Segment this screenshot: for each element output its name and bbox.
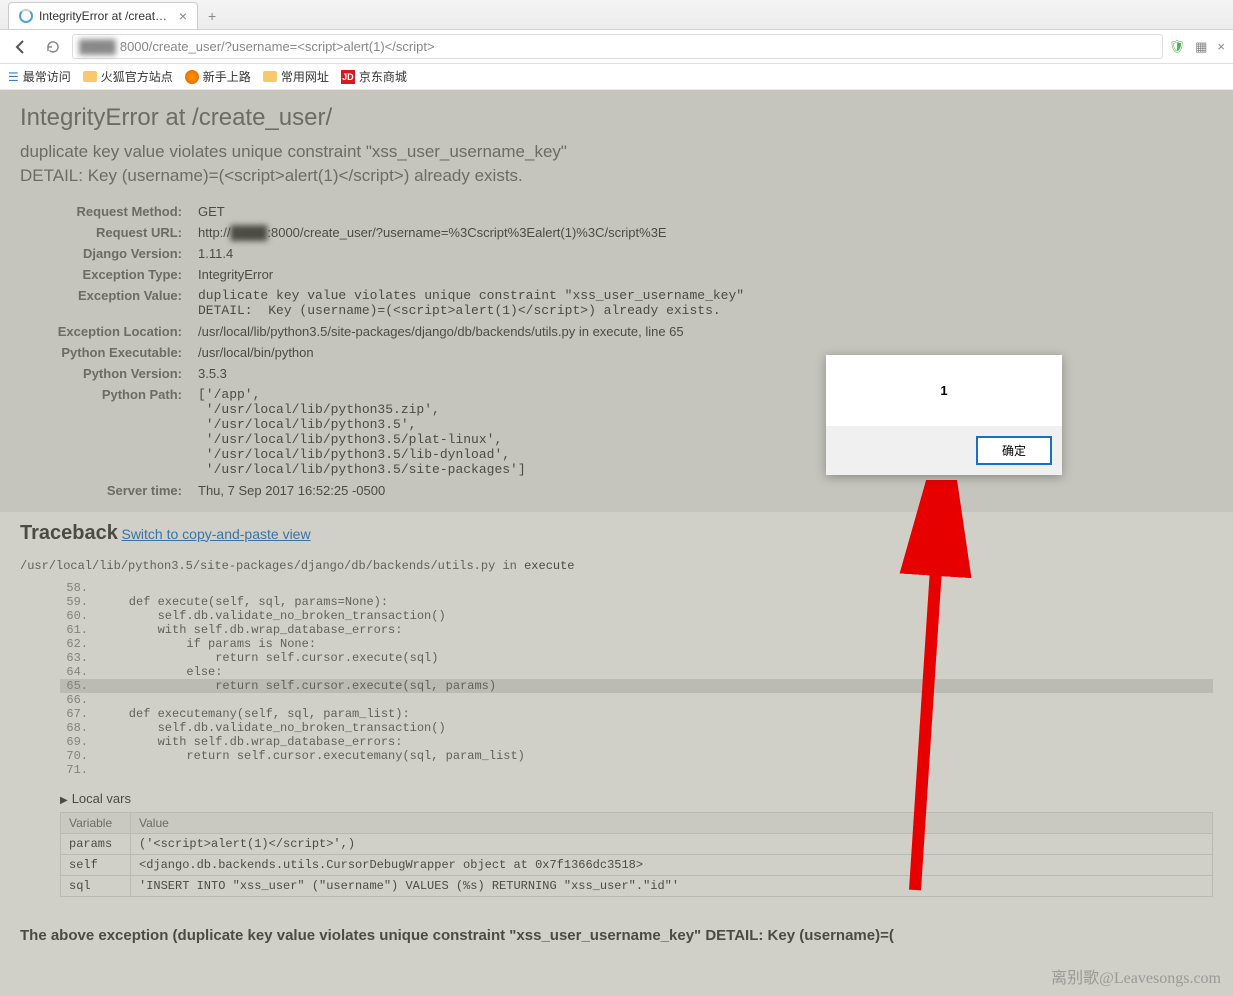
watermark: 离别歌@Leavesongs.com	[1051, 964, 1221, 988]
bookmark-jd[interactable]: JD京东商城	[341, 68, 407, 85]
error-summary: duplicate key value violates unique cons…	[20, 140, 1213, 188]
bookmark-firefox-site[interactable]: 火狐官方站点	[83, 68, 173, 85]
reload-button[interactable]	[40, 34, 66, 60]
code-line: 62. if params is None:	[60, 637, 1213, 651]
jd-icon: JD	[341, 70, 355, 84]
switch-view-link[interactable]: Switch to copy-and-paste view	[121, 526, 310, 542]
exception-chain-text: The above exception (duplicate key value…	[0, 907, 1233, 964]
nav-bar: ████ 8000/create_user/?username=<script>…	[0, 30, 1233, 64]
code-block: 58.59. def execute(self, sql, params=Non…	[60, 581, 1213, 777]
bookmark-bar: ☰最常访问 火狐官方站点 新手上路 常用网址 JD京东商城	[0, 64, 1233, 90]
folder-icon	[263, 71, 277, 82]
tab-bar: IntegrityError at /create_u × +	[0, 0, 1233, 30]
code-line: 64. else:	[60, 665, 1213, 679]
url-text: 8000/create_user/?username=<script>alert…	[120, 39, 435, 54]
code-line: 71.	[60, 763, 1213, 777]
code-line: 58.	[60, 581, 1213, 595]
code-line: 66.	[60, 693, 1213, 707]
code-line: 60. self.db.validate_no_broken_transacti…	[60, 609, 1213, 623]
bookmark-common-urls[interactable]: 常用网址	[263, 68, 329, 85]
traceback-heading: Traceback	[20, 522, 118, 544]
code-line: 65. return self.cursor.execute(sql, para…	[60, 679, 1213, 693]
browser-tab[interactable]: IntegrityError at /create_u ×	[8, 2, 198, 29]
loading-icon	[19, 9, 33, 23]
alert-ok-button[interactable]: 确定	[976, 436, 1052, 465]
code-line: 59. def execute(self, sql, params=None):	[60, 595, 1213, 609]
code-line: 70. return self.cursor.executemany(sql, …	[60, 749, 1213, 763]
code-line: 63. return self.cursor.execute(sql)	[60, 651, 1213, 665]
firefox-icon	[185, 70, 199, 84]
shield-icon[interactable]: 🛡	[1169, 39, 1186, 55]
code-line: 67. def executemany(self, sql, param_lis…	[60, 707, 1213, 721]
var-row: params('<script>alert(1)</script>',)	[61, 833, 1213, 854]
bookmark-getting-started[interactable]: 新手上路	[185, 68, 251, 85]
code-line: 61. with self.db.wrap_database_errors:	[60, 623, 1213, 637]
error-title: IntegrityError at /create_user/	[20, 104, 1213, 132]
close-icon[interactable]: ×	[179, 8, 187, 24]
code-line: 69. with self.db.wrap_database_errors:	[60, 735, 1213, 749]
back-button[interactable]	[8, 34, 34, 60]
folder-icon	[83, 71, 97, 82]
qr-icon[interactable]: ▦	[1195, 39, 1207, 55]
new-tab-button[interactable]: +	[208, 8, 216, 24]
code-line: 68. self.db.validate_no_broken_transacti…	[60, 721, 1213, 735]
var-row: self<django.db.backends.utils.CursorDebu…	[61, 854, 1213, 875]
alert-message: 1	[826, 355, 1062, 426]
url-bar[interactable]: ████ 8000/create_user/?username=<script>…	[72, 34, 1163, 59]
var-row: sql'INSERT INTO "xss_user" ("username") …	[61, 875, 1213, 896]
traceback-section: Traceback Switch to copy-and-paste view …	[0, 512, 1233, 907]
tab-title: IntegrityError at /create_u	[39, 9, 173, 23]
local-vars-toggle[interactable]: Local vars	[60, 791, 1213, 806]
bookmark-most-visited[interactable]: ☰最常访问	[8, 68, 71, 85]
close-page-icon[interactable]: ×	[1217, 39, 1225, 55]
traceback-file: /usr/local/lib/python3.5/site-packages/d…	[20, 559, 1213, 573]
url-host-blur: ████	[79, 39, 116, 54]
local-vars-table: VariableValue params('<script>alert(1)</…	[60, 812, 1213, 897]
alert-dialog: 1 确定	[826, 355, 1062, 475]
django-error-page: IntegrityError at /create_user/ duplicat…	[0, 90, 1233, 964]
